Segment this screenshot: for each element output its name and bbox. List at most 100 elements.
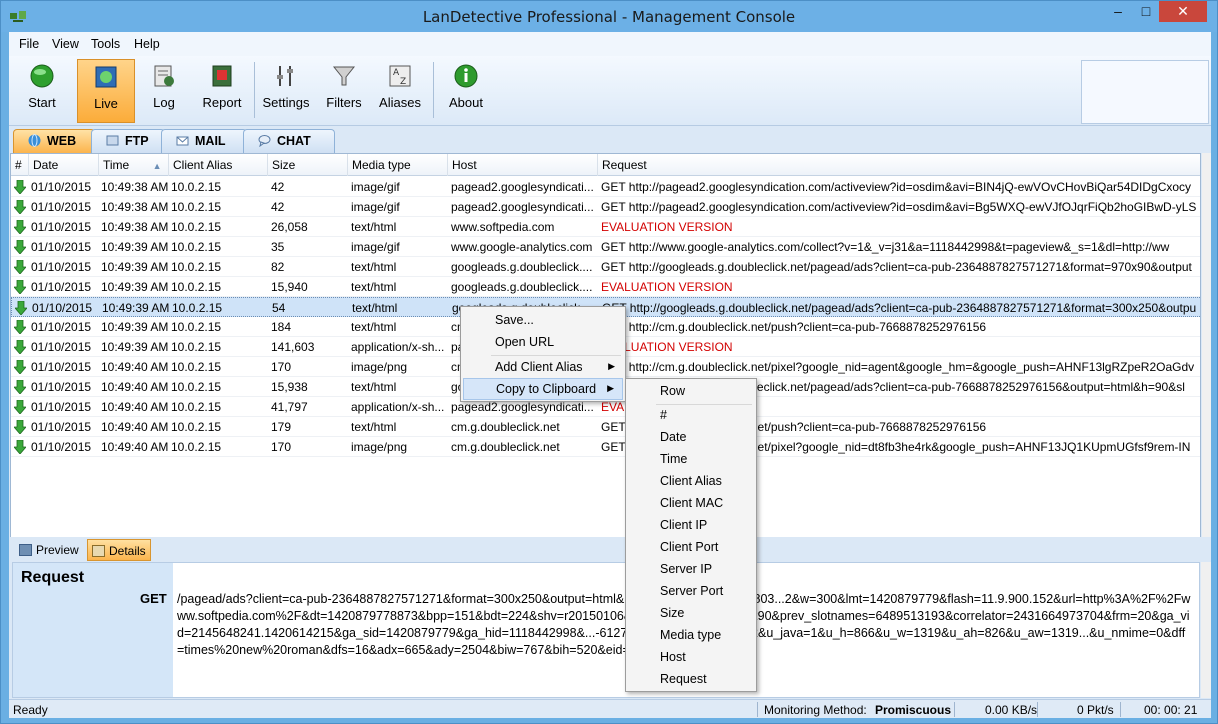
- tab-web[interactable]: WEB: [13, 129, 95, 153]
- submenu-item-client-ip[interactable]: Client IP: [628, 515, 754, 537]
- aliases-button[interactable]: AZ Aliases: [375, 59, 425, 123]
- settings-button[interactable]: Settings: [259, 59, 313, 123]
- cell-host: www.google-analytics.com: [451, 240, 593, 254]
- cell-request: EVALUATION VERSION: [601, 340, 733, 354]
- cell-client: 10.0.2.15: [171, 440, 222, 454]
- maximize-button[interactable]: □: [1132, 1, 1160, 22]
- cell-client: 10.0.2.15: [171, 360, 222, 374]
- submenu-item-request[interactable]: Request: [628, 669, 754, 691]
- submenu-item-server-port[interactable]: Server Port: [628, 581, 754, 603]
- cell-size: 170: [271, 360, 292, 374]
- title-bar[interactable]: LanDetective Professional - Management C…: [1, 1, 1217, 32]
- table-row[interactable]: 01/10/2015 10:49:38 AM 10.0.2.15 42 image/gi…: [11, 177, 1200, 197]
- cell-client: 10.0.2.15: [172, 301, 223, 315]
- tab-ftp[interactable]: FTP: [91, 129, 165, 153]
- report-button[interactable]: Report: [195, 59, 249, 123]
- cell-date: 01/10/2015: [31, 380, 92, 394]
- cell-time: 10:49:38 AM: [101, 220, 169, 234]
- minimize-button[interactable]: –: [1104, 1, 1132, 22]
- download-arrow-icon: [14, 360, 26, 374]
- grid-vertical-scrollbar[interactable]: [1202, 153, 1211, 559]
- start-button[interactable]: Start: [15, 59, 69, 123]
- report-icon: [212, 65, 232, 87]
- menu-item-save[interactable]: Save...: [463, 310, 623, 332]
- download-arrow-icon: [14, 400, 26, 414]
- tab-preview[interactable]: Preview: [15, 539, 83, 561]
- table-row[interactable]: 01/10/2015 10:49:39 AM 10.0.2.15 35 image/gi…: [11, 237, 1200, 257]
- table-row[interactable]: 01/10/2015 10:49:40 AM 10.0.2.15 179 text/ht…: [11, 417, 1200, 437]
- menu-view[interactable]: View: [52, 37, 79, 51]
- cell-date: 01/10/2015: [31, 420, 92, 434]
- cell-media: text/html: [351, 380, 397, 394]
- live-button[interactable]: Live: [77, 59, 135, 123]
- column-header-date[interactable]: Date: [29, 154, 99, 176]
- submenu-item-client-alias[interactable]: Client Alias: [628, 471, 754, 493]
- cell-size: 170: [271, 440, 292, 454]
- activity-graph-panel: [1081, 60, 1209, 124]
- submenu-item-row[interactable]: Row: [628, 381, 754, 403]
- download-arrow-icon: [14, 440, 26, 454]
- cell-host: cm.g.doubleclick.net: [451, 440, 560, 454]
- menu-item-copy-to-clipboard[interactable]: Copy to Clipboard ▶: [463, 378, 623, 400]
- submenu-item-server-ip[interactable]: Server IP: [628, 559, 754, 581]
- status-separator: [954, 702, 955, 717]
- menu-item-open-url[interactable]: Open URL: [463, 332, 623, 354]
- menu-help[interactable]: Help: [134, 37, 160, 51]
- cell-media: image/png: [351, 440, 408, 454]
- cell-date: 01/10/2015: [31, 200, 92, 214]
- cell-date: 01/10/2015: [31, 340, 92, 354]
- details-icon: [92, 545, 105, 557]
- table-row[interactable]: 01/10/2015 10:49:39 AM 10.0.2.15 82 text/htm…: [11, 257, 1200, 277]
- table-row[interactable]: 01/10/2015 10:49:38 AM 10.0.2.15 26,058 text…: [11, 217, 1200, 237]
- menu-separator: [491, 355, 621, 356]
- log-button[interactable]: Log: [139, 59, 189, 123]
- cell-size: 41,797: [271, 400, 308, 414]
- table-row[interactable]: 01/10/2015 10:49:38 AM 10.0.2.15 42 image/gi…: [11, 197, 1200, 217]
- menu-file[interactable]: File: [19, 37, 39, 51]
- column-header-time[interactable]: Time ▲: [99, 154, 169, 176]
- cell-size: 54: [272, 301, 286, 315]
- submenu-item-number[interactable]: #: [628, 405, 754, 427]
- cell-size: 42: [271, 180, 285, 194]
- cell-time: 10:49:40 AM: [101, 400, 169, 414]
- close-button[interactable]: ✕: [1159, 1, 1207, 22]
- toolbar-separator: [254, 62, 255, 118]
- table-row[interactable]: 01/10/2015 10:49:40 AM 10.0.2.15 170 image/p…: [11, 437, 1200, 457]
- info-icon: [454, 64, 478, 88]
- download-arrow-icon: [14, 320, 26, 334]
- submenu-item-client-mac[interactable]: Client MAC: [628, 493, 754, 515]
- tab-chat[interactable]: CHAT: [243, 129, 335, 153]
- menu-item-add-client-alias[interactable]: Add Client Alias ▶: [463, 357, 623, 379]
- column-header-number[interactable]: #: [11, 154, 29, 176]
- tab-details[interactable]: Details: [87, 539, 151, 561]
- tab-mail[interactable]: MAIL: [161, 129, 247, 153]
- details-vertical-scrollbar[interactable]: [1201, 562, 1211, 698]
- filters-button[interactable]: Filters: [319, 59, 369, 123]
- column-header-client-alias[interactable]: Client Alias: [169, 154, 268, 176]
- cell-date: 01/10/2015: [32, 301, 93, 315]
- cell-size: 179: [271, 420, 292, 434]
- column-header-size[interactable]: Size: [268, 154, 348, 176]
- submenu-item-host[interactable]: Host: [628, 647, 754, 669]
- column-header-host[interactable]: Host: [448, 154, 598, 176]
- submenu-item-time[interactable]: Time: [628, 449, 754, 471]
- cell-request: EVALUATION VERSION: [601, 220, 733, 234]
- cell-size: 15,938: [271, 380, 308, 394]
- submenu-item-media-type[interactable]: Media type: [628, 625, 754, 647]
- menu-tools[interactable]: Tools: [91, 37, 120, 51]
- column-header-media-type[interactable]: Media type: [348, 154, 448, 176]
- submenu-item-client-port[interactable]: Client Port: [628, 537, 754, 559]
- cell-media: text/html: [351, 220, 397, 234]
- live-icon: [95, 66, 117, 88]
- table-row[interactable]: 01/10/2015 10:49:39 AM 10.0.2.15 15,940 text…: [11, 277, 1200, 297]
- about-button[interactable]: About: [441, 59, 491, 123]
- status-text: Ready: [13, 703, 48, 717]
- submenu-item-date[interactable]: Date: [628, 427, 754, 449]
- submenu-arrow-icon: ▶: [607, 383, 614, 393]
- cell-time: 10:49:40 AM: [101, 380, 169, 394]
- submenu-item-size[interactable]: Size: [628, 603, 754, 625]
- traffic-rate: 0.00 KB/s: [985, 703, 1038, 717]
- column-header-request[interactable]: Request: [598, 154, 1200, 176]
- cell-time: 10:49:38 AM: [101, 180, 169, 194]
- cell-request: GET http://cm.g.doubleclick.net/pixel?go…: [601, 360, 1195, 374]
